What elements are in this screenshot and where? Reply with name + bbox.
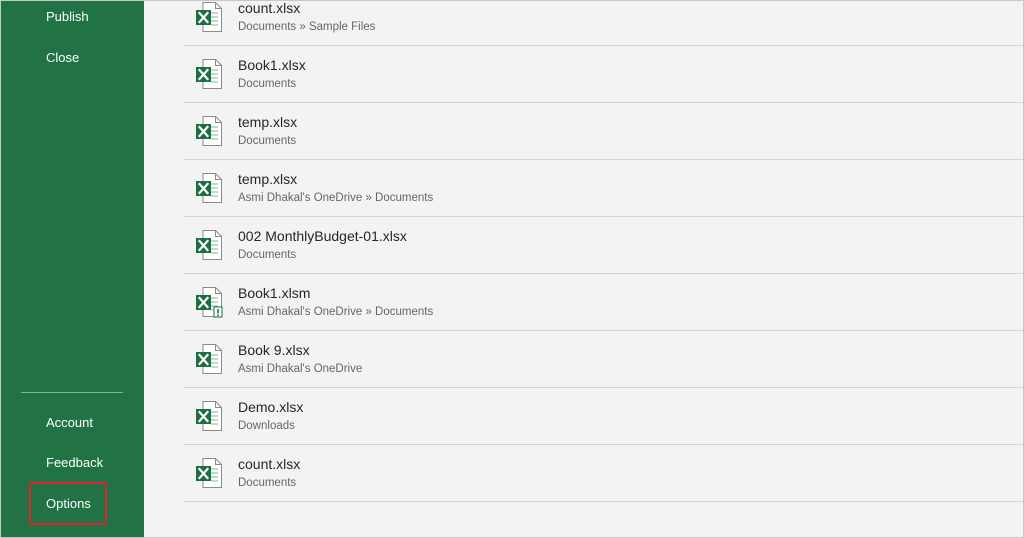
backstage-sidebar: Publish Close Account Feedback Options [1,1,144,537]
sidebar-item-feedback[interactable]: Feedback [1,443,144,483]
file-path: Documents [238,477,297,489]
recent-file-row[interactable]: 002 MonthlyBudget-01.xlsx Documents [184,217,1023,274]
excel-backstage-window: Publish Close Account Feedback Options c… [0,0,1024,538]
sidebar-item-label: Account [46,415,93,430]
sidebar-item-label: Options [46,496,91,511]
sidebar-item-publish[interactable]: Publish [1,1,144,37]
file-name: Demo.xlsx [238,399,304,415]
recent-file-row[interactable]: count.xlsx Documents » Sample Files [184,0,1023,46]
excel-file-icon [196,230,222,260]
file-path: Asmi Dhakal's OneDrive » Documents [238,192,434,204]
recent-file-row[interactable]: Book 9.xlsx Asmi Dhakal's OneDrive [184,331,1023,388]
recent-files-panel: count.xlsx Documents » Sample Files Book… [144,1,1023,537]
file-name: count.xlsx [238,0,301,16]
sidebar-item-label: Feedback [46,455,104,470]
excel-file-icon [196,2,222,32]
file-path: Asmi Dhakal's OneDrive [238,363,363,375]
recent-file-row[interactable]: Book1.xlsx Documents [184,46,1023,103]
recent-file-row[interactable]: temp.xlsx Documents [184,103,1023,160]
excel-file-icon [196,173,222,203]
excel-file-icon [196,401,222,431]
excel-macro-file-icon [196,287,223,318]
file-name: 002 MonthlyBudget-01.xlsx [238,228,407,244]
file-name: Book 9.xlsx [238,342,310,358]
file-name: Book1.xlsm [238,285,311,301]
recent-file-row[interactable]: count.xlsx Documents [184,445,1023,502]
file-path: Asmi Dhakal's OneDrive » Documents [238,306,434,318]
sidebar-item-label: Publish [46,9,89,24]
excel-file-icon [196,59,222,89]
file-path: Downloads [238,420,295,432]
excel-file-icon [196,458,222,488]
sidebar-item-label: Close [46,50,80,65]
recent-file-row[interactable]: Book1.xlsm Asmi Dhakal's OneDrive » Docu… [184,274,1023,331]
file-path: Documents » Sample Files [238,21,376,33]
file-name: temp.xlsx [238,171,298,187]
file-path: Documents [238,249,297,261]
recent-files-list: count.xlsx Documents » Sample Files Book… [184,0,1023,502]
file-path: Documents [238,135,297,147]
sidebar-divider [21,392,123,393]
sidebar-item-close[interactable]: Close [1,38,144,78]
recent-file-row[interactable]: Demo.xlsx Downloads [184,388,1023,445]
file-name: Book1.xlsx [238,57,306,73]
sidebar-item-account[interactable]: Account [1,403,144,443]
file-name: count.xlsx [238,456,301,472]
recent-file-row[interactable]: temp.xlsx Asmi Dhakal's OneDrive » Docum… [184,160,1023,217]
sidebar-item-options[interactable]: Options [1,484,144,524]
excel-file-icon [196,116,222,146]
excel-file-icon [196,344,222,374]
file-name: temp.xlsx [238,114,298,130]
file-path: Documents [238,78,297,90]
